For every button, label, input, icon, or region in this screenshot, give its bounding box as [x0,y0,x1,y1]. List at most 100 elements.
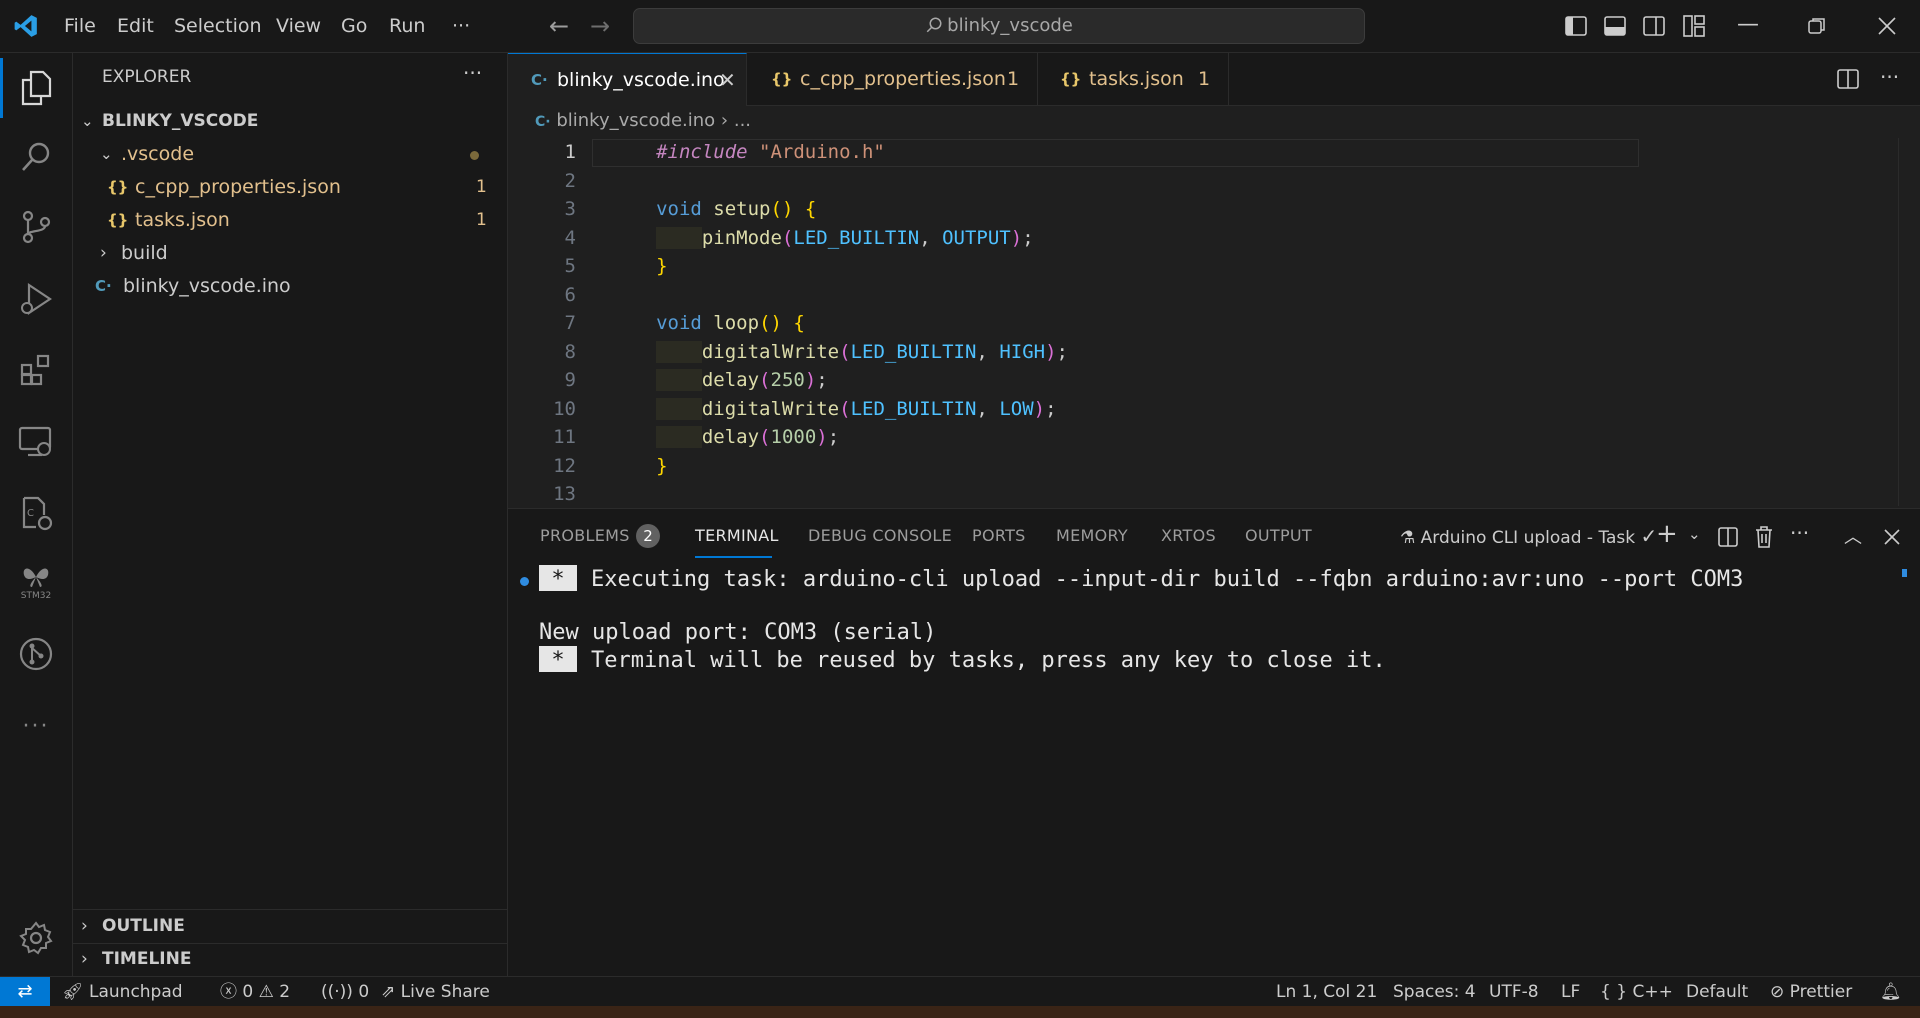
run-debug-icon[interactable] [0,269,72,329]
prettier-item[interactable]: ⊘ Prettier [1770,977,1852,1007]
split-editor-icon[interactable] [1837,69,1859,89]
tree-item-c-cpp-properties[interactable]: {} c_cpp_properties.json 1 [73,171,507,204]
launchpad-item[interactable]: 🚀︎ Launchpad [62,977,183,1007]
profile[interactable]: Default [1686,977,1748,1007]
terminal-line-3: * Terminal will be reused by tasks, press… [539,646,1879,673]
platformio-icon[interactable]: C [0,483,72,543]
restore-icon[interactable] [1808,17,1826,35]
code-line-6: 6 [564,283,576,306]
breadcrumb-symbol[interactable]: ... [734,110,751,131]
ports-item[interactable]: ((·)) 0 [321,977,369,1007]
tab-blinky-ino[interactable]: C· blinky_vscode.ino ✕ [508,53,747,106]
search-view-icon[interactable] [0,127,72,187]
code-line-5: 5 } [564,255,668,277]
command-center-search[interactable]: blinky_vscode [633,8,1365,44]
live-share-item[interactable]: ⇗ Live Share [381,977,490,1007]
new-terminal-icon[interactable]: + [1656,519,1678,549]
chevron-down-icon[interactable]: ⌄ [1688,525,1701,543]
arduino-file-icon: C· [535,114,551,130]
tab-output[interactable]: OUTPUT [1245,509,1312,563]
menu-view[interactable]: View [276,0,321,52]
tab-c-cpp-properties[interactable]: {} c_cpp_properties.json 1 [747,53,1038,105]
menu-selection[interactable]: Selection [174,0,262,52]
chevron-down-icon: ⌄ [81,112,94,130]
breadcrumb-separator-icon: › [720,110,734,131]
tree-item-build-folder[interactable]: › build [73,237,507,270]
prettier-icon: ⊘ [1770,982,1785,1002]
toggle-primary-sidebar-icon[interactable] [1565,16,1587,36]
tree-item-tasks-json[interactable]: {} tasks.json 1 [73,204,507,237]
code-line-13: 13 [553,483,576,505]
git-graph-icon[interactable] [0,624,72,684]
menu-edit[interactable]: Edit [117,0,154,52]
line-ending[interactable]: LF [1561,977,1580,1007]
more-views-icon[interactable]: ··· [0,696,72,756]
tab-terminal[interactable]: TERMINAL [695,509,779,563]
split-terminal-icon[interactable] [1718,527,1738,547]
outline-section-header[interactable]: › OUTLINE [73,910,507,943]
tab-debug-console[interactable]: DEBUG CONSOLE [808,509,952,563]
menu-more[interactable]: ··· [452,0,470,52]
indentation[interactable]: Spaces: 4 [1393,977,1476,1007]
code-lines: 1 #include "Arduino.h" 2 3 void setup() … [508,138,1908,509]
status-bar: ⇄ 🚀︎ Launchpad ⓧ 0 ⚠ 2 ((·)) 0 ⇗ Live Sh… [0,976,1920,1007]
toggle-secondary-sidebar-icon[interactable] [1643,16,1665,36]
problems-item[interactable]: ⓧ 0 ⚠ 2 [220,977,290,1007]
remote-explorer-icon[interactable] [0,412,72,472]
tab-tasks-json[interactable]: {} tasks.json 1 [1038,53,1229,105]
minimize-icon[interactable]: — [1737,12,1759,37]
arduino-file-icon: C· [531,71,548,89]
tree-item-blinky-ino[interactable]: C· blinky_vscode.ino [73,270,507,303]
explorer-more-actions[interactable]: ··· [463,61,482,85]
remote-indicator-icon[interactable]: ⇄ [0,977,50,1007]
task-label: Arduino CLI upload - Task [1420,528,1636,548]
braces-icon: { } [1600,982,1628,1002]
terminal-output[interactable]: * Executing task: arduino-cli upload --in… [539,565,1879,673]
tree-item-label: .vscode [121,143,195,165]
explorer-icon[interactable] [0,58,72,118]
tab-label: c_cpp_properties.json [800,68,1006,90]
chevron-right-icon: › [81,949,88,969]
close-tab-icon[interactable]: ✕ [719,54,736,106]
timeline-section-header[interactable]: › TIMELINE [73,943,507,976]
editor-more-actions[interactable]: ··· [1880,65,1899,89]
stm32-icon[interactable]: STM32 [0,553,72,613]
customize-layout-icon[interactable] [1683,15,1705,37]
svg-text:C: C [27,508,34,519]
terminal-line-1: * Executing task: arduino-cli upload --in… [539,565,1879,592]
check-icon: ✓ [1640,524,1658,548]
bell-icon[interactable]: 🔔︎ [1880,977,1902,1007]
tab-memory[interactable]: MEMORY [1056,509,1128,563]
command-decoration-dot[interactable] [520,577,529,586]
tree-item-vscode-folder[interactable]: ⌄ .vscode [73,138,507,171]
breadcrumb-file[interactable]: blinky_vscode.ino [556,110,715,131]
cursor-position[interactable]: Ln 1, Col 21 [1276,977,1377,1007]
close-panel-icon[interactable] [1884,529,1900,545]
editor-scrollbar[interactable] [1898,138,1920,506]
trash-icon[interactable] [1755,526,1773,548]
chevron-right-icon: › [81,916,88,936]
encoding[interactable]: UTF-8 [1489,977,1539,1007]
close-window-icon[interactable] [1877,16,1897,36]
extensions-icon[interactable] [0,340,72,400]
project-folder-header[interactable]: ⌄ BLINKY_VSCODE [73,105,507,138]
language-mode[interactable]: { } C++ [1600,977,1673,1007]
tab-xrtos[interactable]: XRTOS [1161,509,1216,563]
menu-run[interactable]: Run [389,0,425,52]
source-control-icon[interactable] [0,197,72,257]
tab-problems[interactable]: PROBLEMS [540,509,630,563]
outline-label: OUTLINE [102,916,185,936]
maximize-panel-icon[interactable]: ︿ [1844,523,1862,549]
tab-ports[interactable]: PORTS [972,509,1026,563]
manage-gear-icon[interactable] [0,908,72,968]
panel-more-actions[interactable]: ··· [1790,521,1809,545]
terminal-task-selector[interactable]: ⚗ Arduino CLI upload - Task ✓ [1400,509,1657,563]
stm32-label: STM32 [20,591,52,601]
back-arrow-icon[interactable]: ← [549,12,569,40]
forward-arrow-icon[interactable]: → [590,12,610,40]
active-tab-underline [695,556,772,558]
menu-go[interactable]: Go [341,0,367,52]
menu-file[interactable]: File [64,0,96,52]
code-editor[interactable]: C· blinky_vscode.ino › ... 1 #include "A… [508,106,1920,506]
toggle-panel-icon[interactable] [1604,16,1626,36]
